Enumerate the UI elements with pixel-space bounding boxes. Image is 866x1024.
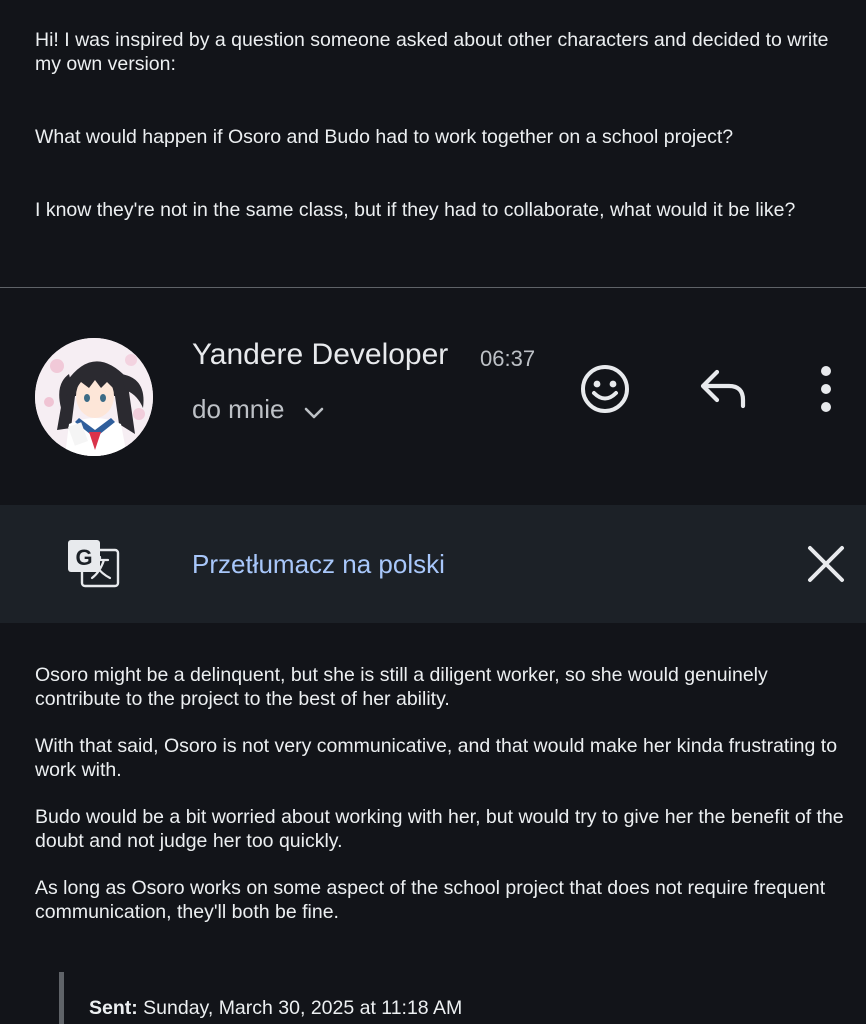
emoji-react-button[interactable] xyxy=(578,362,632,416)
email-thread-view: Hi! I was inspired by a question someone… xyxy=(0,0,866,1024)
message-paragraph: Osoro might be a delinquent, but she is … xyxy=(35,664,768,710)
previous-message-paragraph: Hi! I was inspired by a question someone… xyxy=(35,29,829,75)
avatar[interactable] xyxy=(35,338,153,456)
close-translate-button[interactable] xyxy=(805,543,847,585)
more-options-button[interactable] xyxy=(806,362,846,416)
message-paragraph: With that said, Osoro is not very commun… xyxy=(35,735,838,781)
message-body: Osoro might be a delinquent, but she is … xyxy=(35,663,850,947)
translate-link[interactable]: Przetłumacz na polski xyxy=(192,549,445,580)
close-icon xyxy=(808,546,844,582)
message-paragraph: Budo would be a bit worried about workin… xyxy=(35,806,844,852)
message-time: 06:37 xyxy=(480,346,536,371)
reply-button[interactable] xyxy=(697,364,751,414)
reply-icon xyxy=(700,369,746,409)
recipient-label: do mnie xyxy=(192,394,285,424)
google-translate-icon: G xyxy=(66,538,120,590)
message-divider xyxy=(0,287,866,288)
previous-message-body: Hi! I was inspired by a question someone… xyxy=(35,28,845,271)
recipient-toggle[interactable]: do mnie xyxy=(192,394,325,425)
avatar-illustration xyxy=(35,338,153,456)
chevron-down-icon xyxy=(303,399,325,421)
sent-value: Sunday, March 30, 2025 at 11:18 AM xyxy=(137,997,463,1019)
more-vert-icon xyxy=(821,366,831,412)
message-paragraph: As long as Osoro works on some aspect of… xyxy=(35,877,826,923)
quoted-sent-line: Sent: Sunday, March 30, 2025 at 11:18 AM xyxy=(89,997,462,1020)
quote-bar xyxy=(59,972,64,1024)
previous-message-paragraph: What would happen if Osoro and Budo had … xyxy=(35,126,734,148)
sent-label: Sent: xyxy=(89,997,138,1019)
svg-text:G: G xyxy=(75,545,92,570)
sender-name[interactable]: Yandere Developer xyxy=(192,338,448,372)
emoji-react-icon xyxy=(581,365,629,413)
previous-message-paragraph: I know they're not in the same class, bu… xyxy=(35,199,796,221)
